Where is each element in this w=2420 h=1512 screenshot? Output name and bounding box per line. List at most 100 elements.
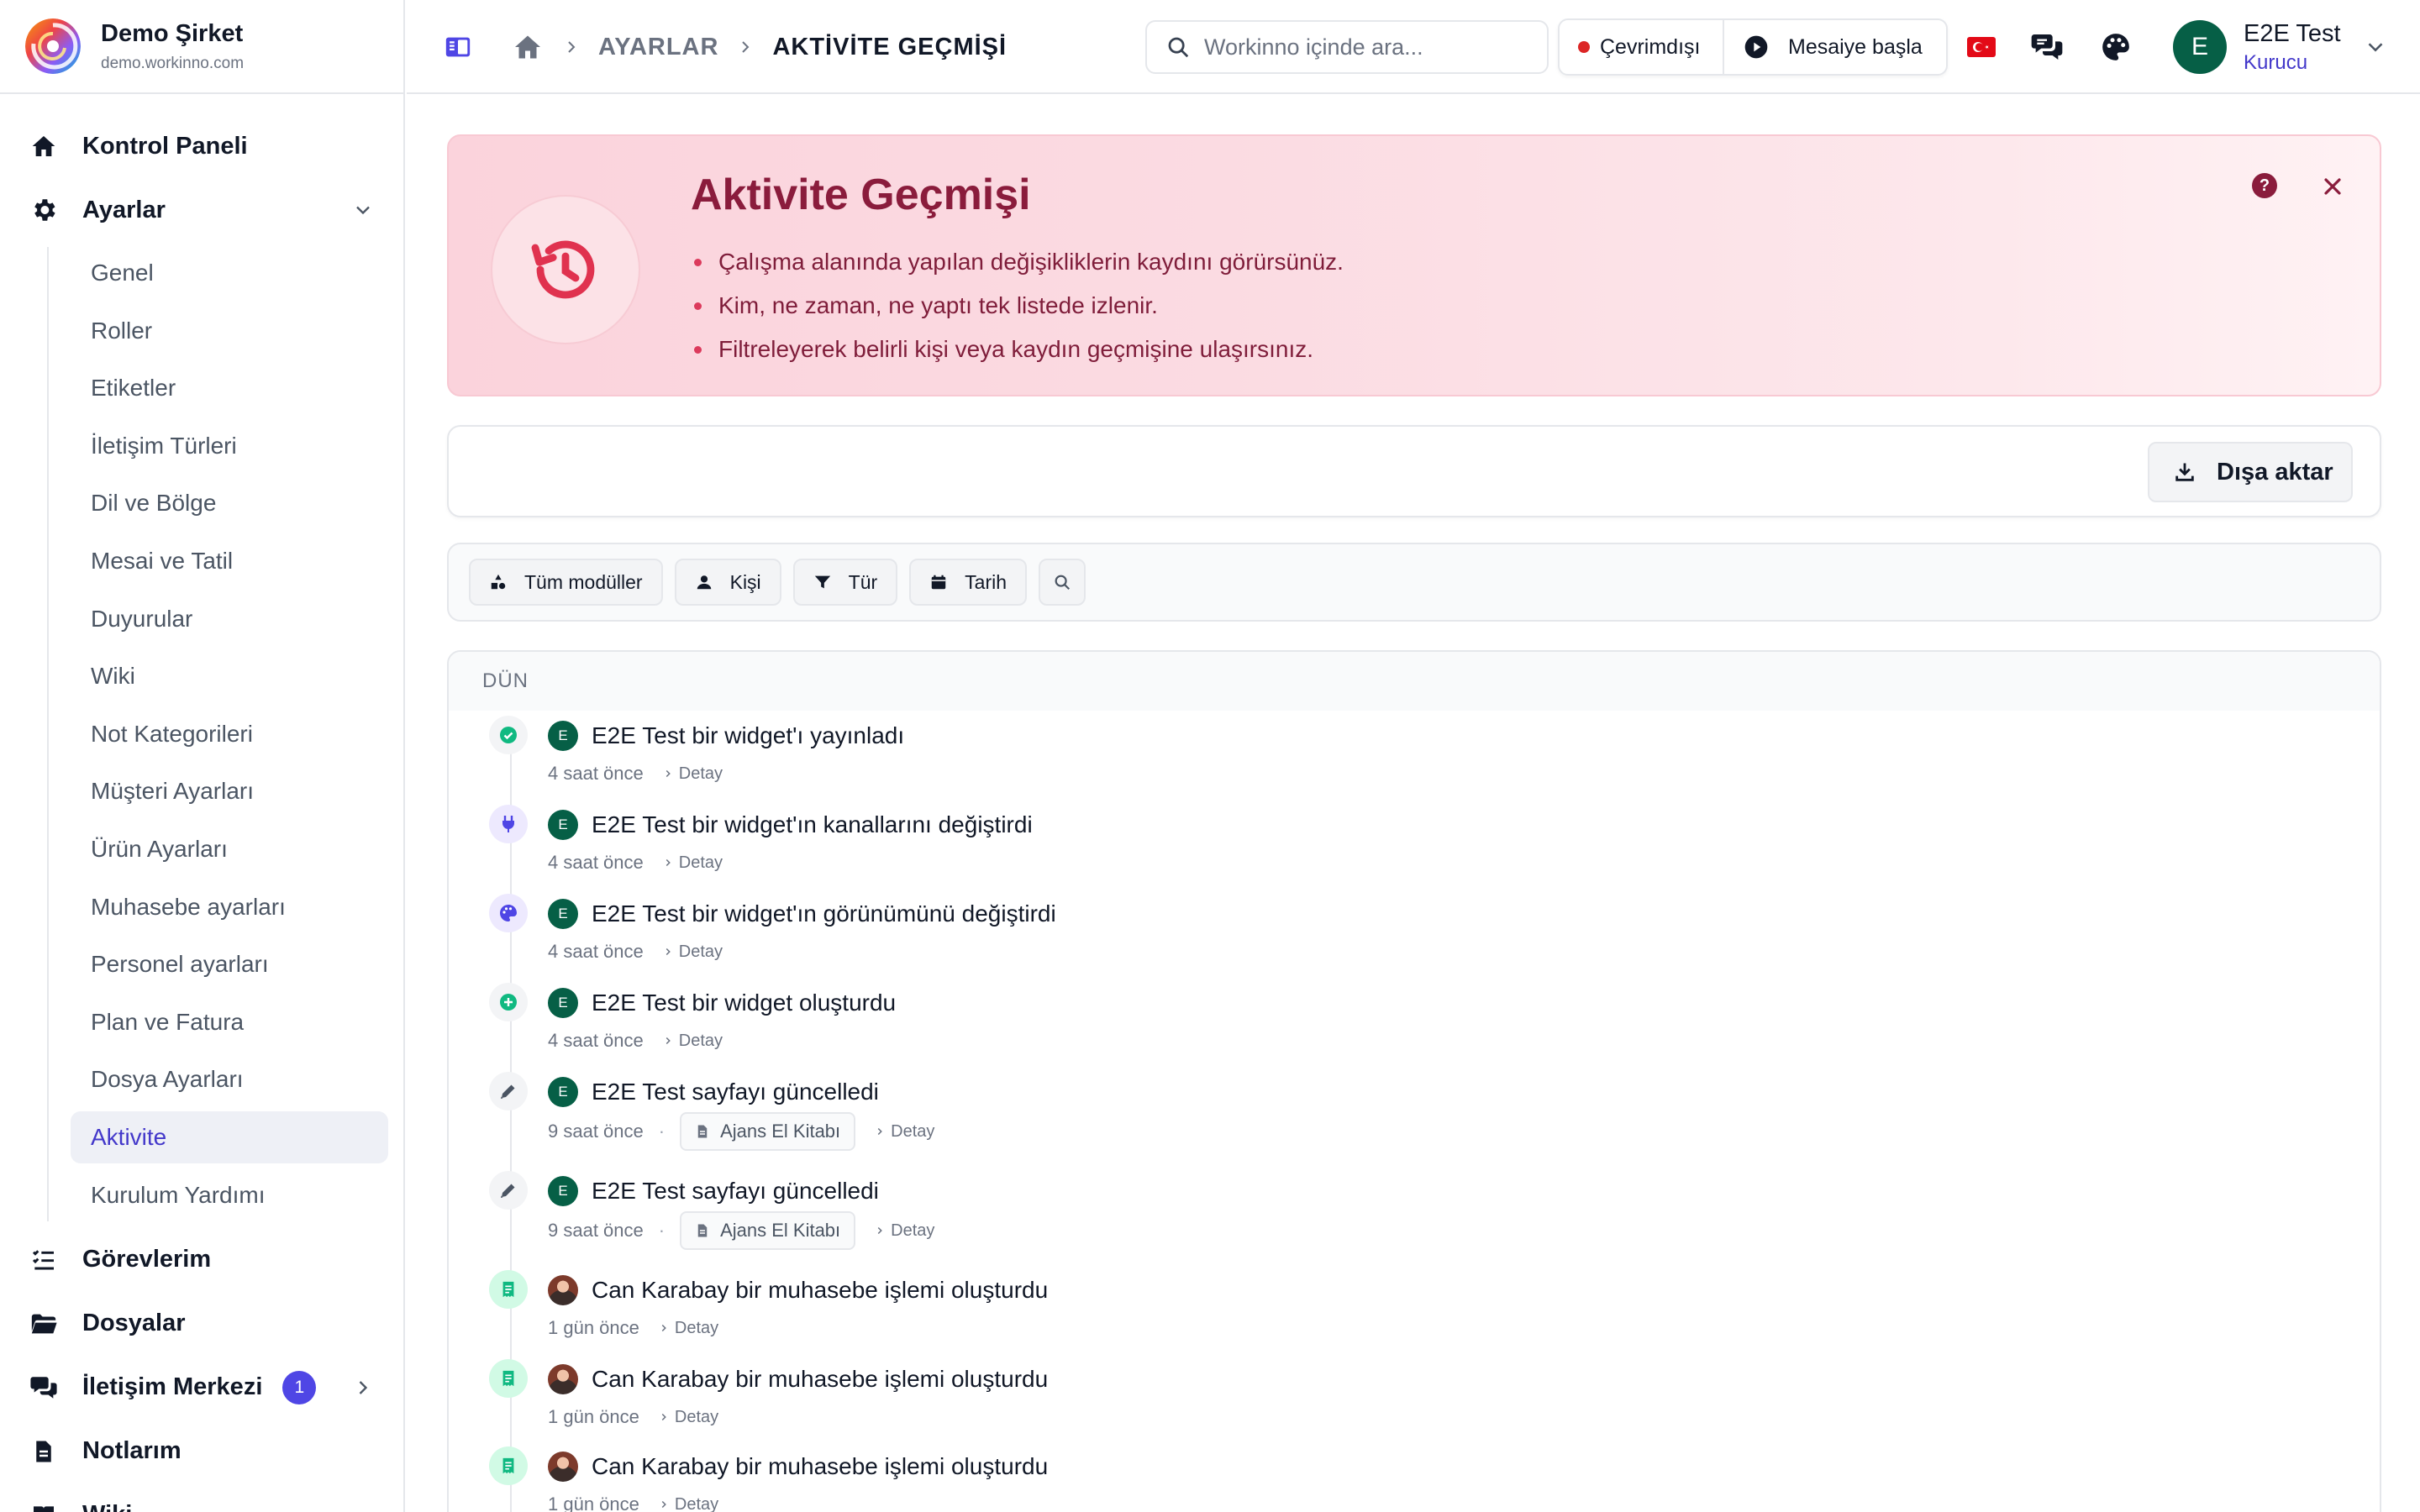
chevron-right-icon: [666, 858, 671, 867]
sidebar-toggle-icon[interactable]: [444, 33, 472, 61]
detail-label: Detay: [674, 1407, 719, 1426]
activity-text: E2E Test bir widget'ın görünümünü değişt…: [592, 900, 1056, 927]
brand-header[interactable]: Demo Şirket demo.workinno.com: [0, 0, 403, 94]
nav-settings[interactable]: Ayarlar: [0, 178, 403, 242]
user-name: E2E Test: [2244, 19, 2341, 47]
activity-time: 1 gün önce: [548, 1317, 639, 1338]
related-record-chip[interactable]: Ajans El Kitabı: [680, 1211, 856, 1250]
sidebar-item-etiketler[interactable]: Etiketler: [71, 362, 388, 414]
nav-comm-center[interactable]: İletişim Merkezi 1: [0, 1356, 403, 1420]
receipt-icon: [489, 1359, 528, 1398]
detail-link[interactable]: Detay: [658, 1319, 718, 1338]
search-input[interactable]: [1204, 34, 1523, 60]
turkey-flag-icon[interactable]: [1963, 29, 2000, 66]
detail-label: Detay: [891, 1121, 935, 1141]
filter-date[interactable]: Tarih: [909, 559, 1028, 606]
detail-link[interactable]: Detay: [662, 1032, 723, 1051]
nav-wiki[interactable]: Wiki: [0, 1483, 403, 1512]
activity-text: E2E Test bir widget'ı yayınladı: [592, 722, 905, 748]
sidebar-item-genel[interactable]: Genel: [71, 247, 388, 299]
chevron-right-icon: [735, 37, 755, 57]
company-name: Demo Şirket: [101, 19, 244, 47]
filter-type[interactable]: Tür: [792, 559, 898, 606]
nav-tasks-label: Görevlerim: [82, 1246, 212, 1273]
filter-search-button[interactable]: [1039, 559, 1086, 606]
filter-modules[interactable]: Tüm modüller: [469, 559, 663, 606]
sidebar-item-kurulum-yardimi[interactable]: Kurulum Yardımı: [71, 1169, 388, 1221]
chevron-right-icon: [666, 948, 671, 956]
sidebar-item-plan-ve-fatura[interactable]: Plan ve Fatura: [71, 996, 388, 1048]
detail-link[interactable]: Detay: [662, 853, 723, 873]
detail-link[interactable]: Detay: [662, 942, 723, 962]
sidebar-item-not-kategorileri[interactable]: Not Kategorileri: [71, 708, 388, 760]
folder-icon: [29, 1309, 59, 1339]
status-offline-button[interactable]: Çevrimdışı: [1560, 20, 1724, 74]
filter-person-label: Kişi: [729, 570, 761, 593]
filter-date-label: Tarih: [965, 570, 1007, 593]
chevron-down-icon: [2363, 34, 2388, 60]
activity-time: 9 saat önce: [548, 1220, 644, 1241]
activity-text: E2E Test sayfayı güncelledi: [592, 1079, 879, 1105]
start-shift-button[interactable]: Mesaiye başla: [1724, 20, 1946, 74]
activity-text: Can Karabay bir muhasebe işlemi oluşturd…: [592, 1366, 1049, 1392]
nav-tasks[interactable]: Görevlerim: [0, 1228, 403, 1292]
sidebar-item-duyurular[interactable]: Duyurular: [71, 593, 388, 645]
detail-link[interactable]: Detay: [658, 1408, 718, 1427]
sidebar-item-iletisim-turleri[interactable]: İletişim Türleri: [71, 420, 388, 472]
activity-text: E2E Test bir widget'ın kanallarını değiş…: [592, 811, 1033, 837]
page-intro-banner: Aktivite Geçmişi Çalışma alanında yapıla…: [447, 134, 2381, 396]
chevron-right-icon: [561, 37, 581, 57]
home-icon[interactable]: [513, 32, 543, 62]
chat-icon[interactable]: [2028, 29, 2065, 66]
sidebar-item-urun-ayarlari[interactable]: Ürün Ayarları: [71, 823, 388, 875]
breadcrumb-current: AKTİVİTE GEÇMİŞİ: [772, 33, 1007, 60]
actor-avatar: E: [548, 721, 578, 751]
sidebar-item-roller[interactable]: Roller: [71, 305, 388, 357]
close-icon[interactable]: [2319, 173, 2346, 200]
detail-link[interactable]: Detay: [658, 1495, 718, 1512]
actor-avatar: [548, 1452, 578, 1482]
intro-bullets: Çalışma alanında yapılan değişikliklerin…: [691, 240, 1344, 371]
nav-comm-center-label: İletişim Merkezi: [82, 1373, 263, 1400]
nav-files[interactable]: Dosyalar: [0, 1292, 403, 1356]
sidebar-item-dil-ve-bolge[interactable]: Dil ve Bölge: [71, 477, 388, 529]
detail-label: Detay: [674, 1494, 719, 1512]
detail-link[interactable]: Detay: [662, 764, 723, 784]
breadcrumb: AYARLAR AKTİVİTE GEÇMİŞİ: [444, 30, 1007, 64]
actor-avatar: E: [548, 810, 578, 840]
sidebar-item-aktivite[interactable]: Aktivite: [71, 1110, 388, 1163]
book-icon: [29, 1500, 59, 1512]
chevron-right-icon: [661, 1500, 666, 1509]
palette-icon[interactable]: [2097, 29, 2134, 66]
activity-time: 1 gün önce: [548, 1494, 639, 1512]
nav-dashboard[interactable]: Kontrol Paneli: [0, 114, 403, 178]
related-record-chip[interactable]: Ajans El Kitabı: [680, 1112, 856, 1151]
activity-time: 4 saat önce: [548, 941, 644, 962]
sidebar-item-wiki[interactable]: Wiki: [71, 650, 388, 702]
activity-text: Can Karabay bir muhasebe işlemi oluşturd…: [592, 1277, 1049, 1303]
unread-badge: 1: [282, 1370, 317, 1404]
actor-avatar: [548, 1364, 578, 1394]
intro-bullet: Çalışma alanında yapılan değişikliklerin…: [691, 240, 1344, 284]
detail-link[interactable]: Detay: [874, 1221, 934, 1241]
detail-link[interactable]: Detay: [874, 1122, 934, 1142]
filter-person[interactable]: Kişi: [674, 559, 781, 606]
chevron-right-icon[interactable]: [351, 1376, 375, 1399]
separator-dot: ·: [658, 1220, 666, 1241]
sidebar-item-muhasebe-ayarlari[interactable]: Muhasebe ayarları: [71, 881, 388, 933]
user-menu[interactable]: E E2E Test Kurucu: [2173, 17, 2388, 77]
sidebar-item-musteri-ayarlari[interactable]: Müşteri Ayarları: [71, 765, 388, 817]
sidebar-item-dosya-ayarlari[interactable]: Dosya Ayarları: [71, 1053, 388, 1105]
help-icon[interactable]: ?: [2252, 173, 2277, 198]
global-search[interactable]: [1145, 20, 1549, 74]
check-icon: [489, 716, 528, 754]
search-icon: [1053, 573, 1071, 591]
export-button[interactable]: Dışa aktar: [2148, 442, 2353, 502]
chevron-right-icon: [877, 1127, 882, 1136]
chevron-down-icon[interactable]: [351, 198, 375, 222]
sidebar-item-personel-ayarlari[interactable]: Personel ayarları: [71, 938, 388, 990]
sidebar-item-mesai-ve-tatil[interactable]: Mesai ve Tatil: [71, 535, 388, 587]
related-record-label: Ajans El Kitabı: [720, 1220, 841, 1241]
breadcrumb-settings[interactable]: AYARLAR: [598, 34, 718, 61]
nav-notes[interactable]: Notlarım: [0, 1420, 403, 1483]
